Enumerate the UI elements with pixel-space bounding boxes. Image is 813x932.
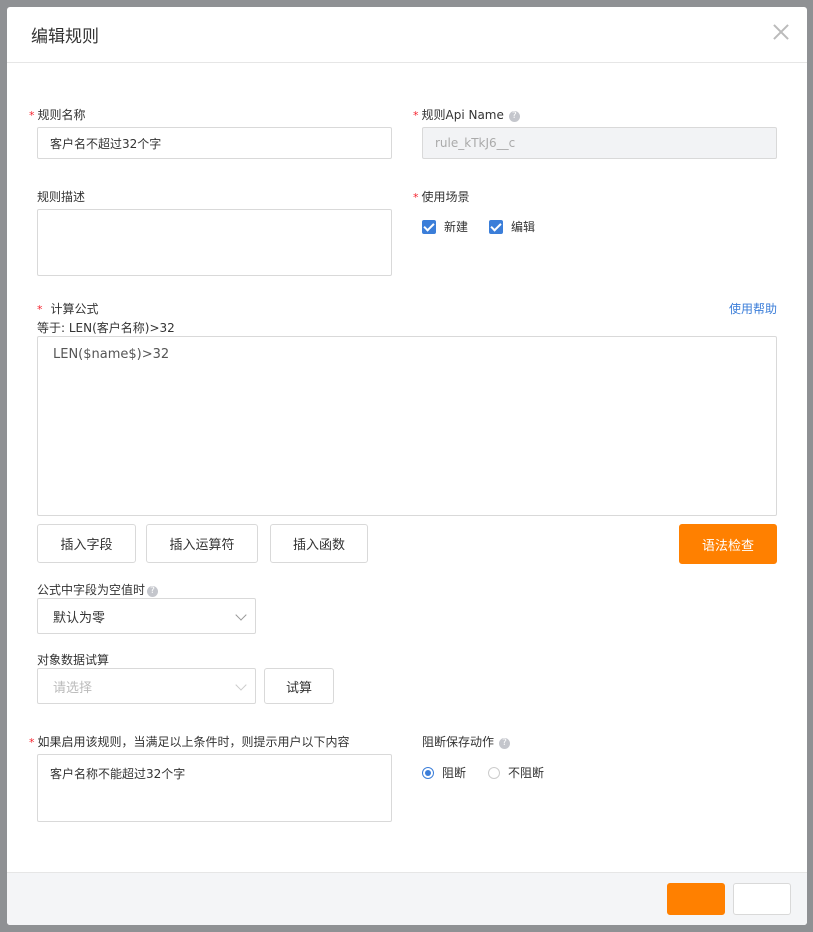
api-name-label: * 规则Api Name? (413, 106, 520, 123)
scene-label: * 使用场景 (413, 190, 470, 204)
confirm-button[interactable] (667, 883, 725, 915)
insert-operator-button[interactable]: 插入运算符 (146, 524, 258, 563)
help-icon[interactable]: ? (508, 111, 520, 122)
checkbox-checked-icon[interactable] (422, 219, 436, 234)
prompt-textarea[interactable]: 客户名称不能超过32个字 (37, 754, 392, 822)
formula-editor[interactable]: LEN($name$)>32 (37, 336, 777, 516)
rule-name-input[interactable]: 客户名不超过32个字 (37, 127, 392, 159)
trial-label: 对象数据试算 (37, 653, 110, 667)
description-textarea[interactable] (37, 209, 392, 276)
trial-select[interactable]: 请选择 (37, 668, 256, 704)
block-option-no-block[interactable]: 不阻断 (488, 764, 544, 781)
help-icon[interactable]: ? (147, 586, 159, 597)
empty-field-select[interactable]: 默认为零 (37, 598, 256, 634)
dialog-footer (7, 872, 807, 925)
description-label: 规则描述 (37, 190, 86, 204)
radio-unselected-icon[interactable] (488, 766, 500, 779)
syntax-check-button[interactable]: 语法检查 (679, 524, 777, 564)
edit-rule-dialog: 编辑规则 * 规则名称 客户名不超过32个字 * 规则Api Name? rule_… (7, 7, 807, 925)
help-link[interactable]: 使用帮助 (729, 300, 777, 317)
cancel-button[interactable] (733, 883, 791, 915)
rule-name-label: * 规则名称 (29, 108, 86, 122)
prompt-label: * 如果启用该规则，当满足以上条件时，则提示用户以下内容 (29, 735, 350, 749)
dialog-header: 编辑规则 (7, 7, 807, 63)
empty-field-label: 公式中字段为空值时? (37, 581, 159, 598)
checkbox-checked-icon[interactable] (489, 219, 503, 234)
insert-field-button[interactable]: 插入字段 (37, 524, 136, 563)
chevron-down-icon (235, 679, 247, 691)
dialog-title: 编辑规则 (31, 27, 99, 47)
block-save-label: 阻断保存动作? (422, 733, 511, 750)
close-icon[interactable] (771, 22, 791, 42)
block-option-block[interactable]: 阻断 (422, 764, 466, 781)
chevron-down-icon (235, 609, 247, 621)
radio-selected-icon[interactable] (422, 766, 434, 779)
api-name-input: rule_kTkJ6__c (422, 127, 777, 159)
formula-equals-text: 等于: LEN(客户名称)>32 (37, 321, 175, 335)
trial-button[interactable]: 试算 (264, 668, 334, 704)
formula-label: * 计算公式 (37, 302, 99, 316)
scene-option-new[interactable]: 新建 (422, 218, 468, 235)
help-icon[interactable]: ? (499, 738, 511, 749)
insert-function-button[interactable]: 插入函数 (270, 524, 368, 563)
scene-option-edit[interactable]: 编辑 (489, 218, 535, 235)
